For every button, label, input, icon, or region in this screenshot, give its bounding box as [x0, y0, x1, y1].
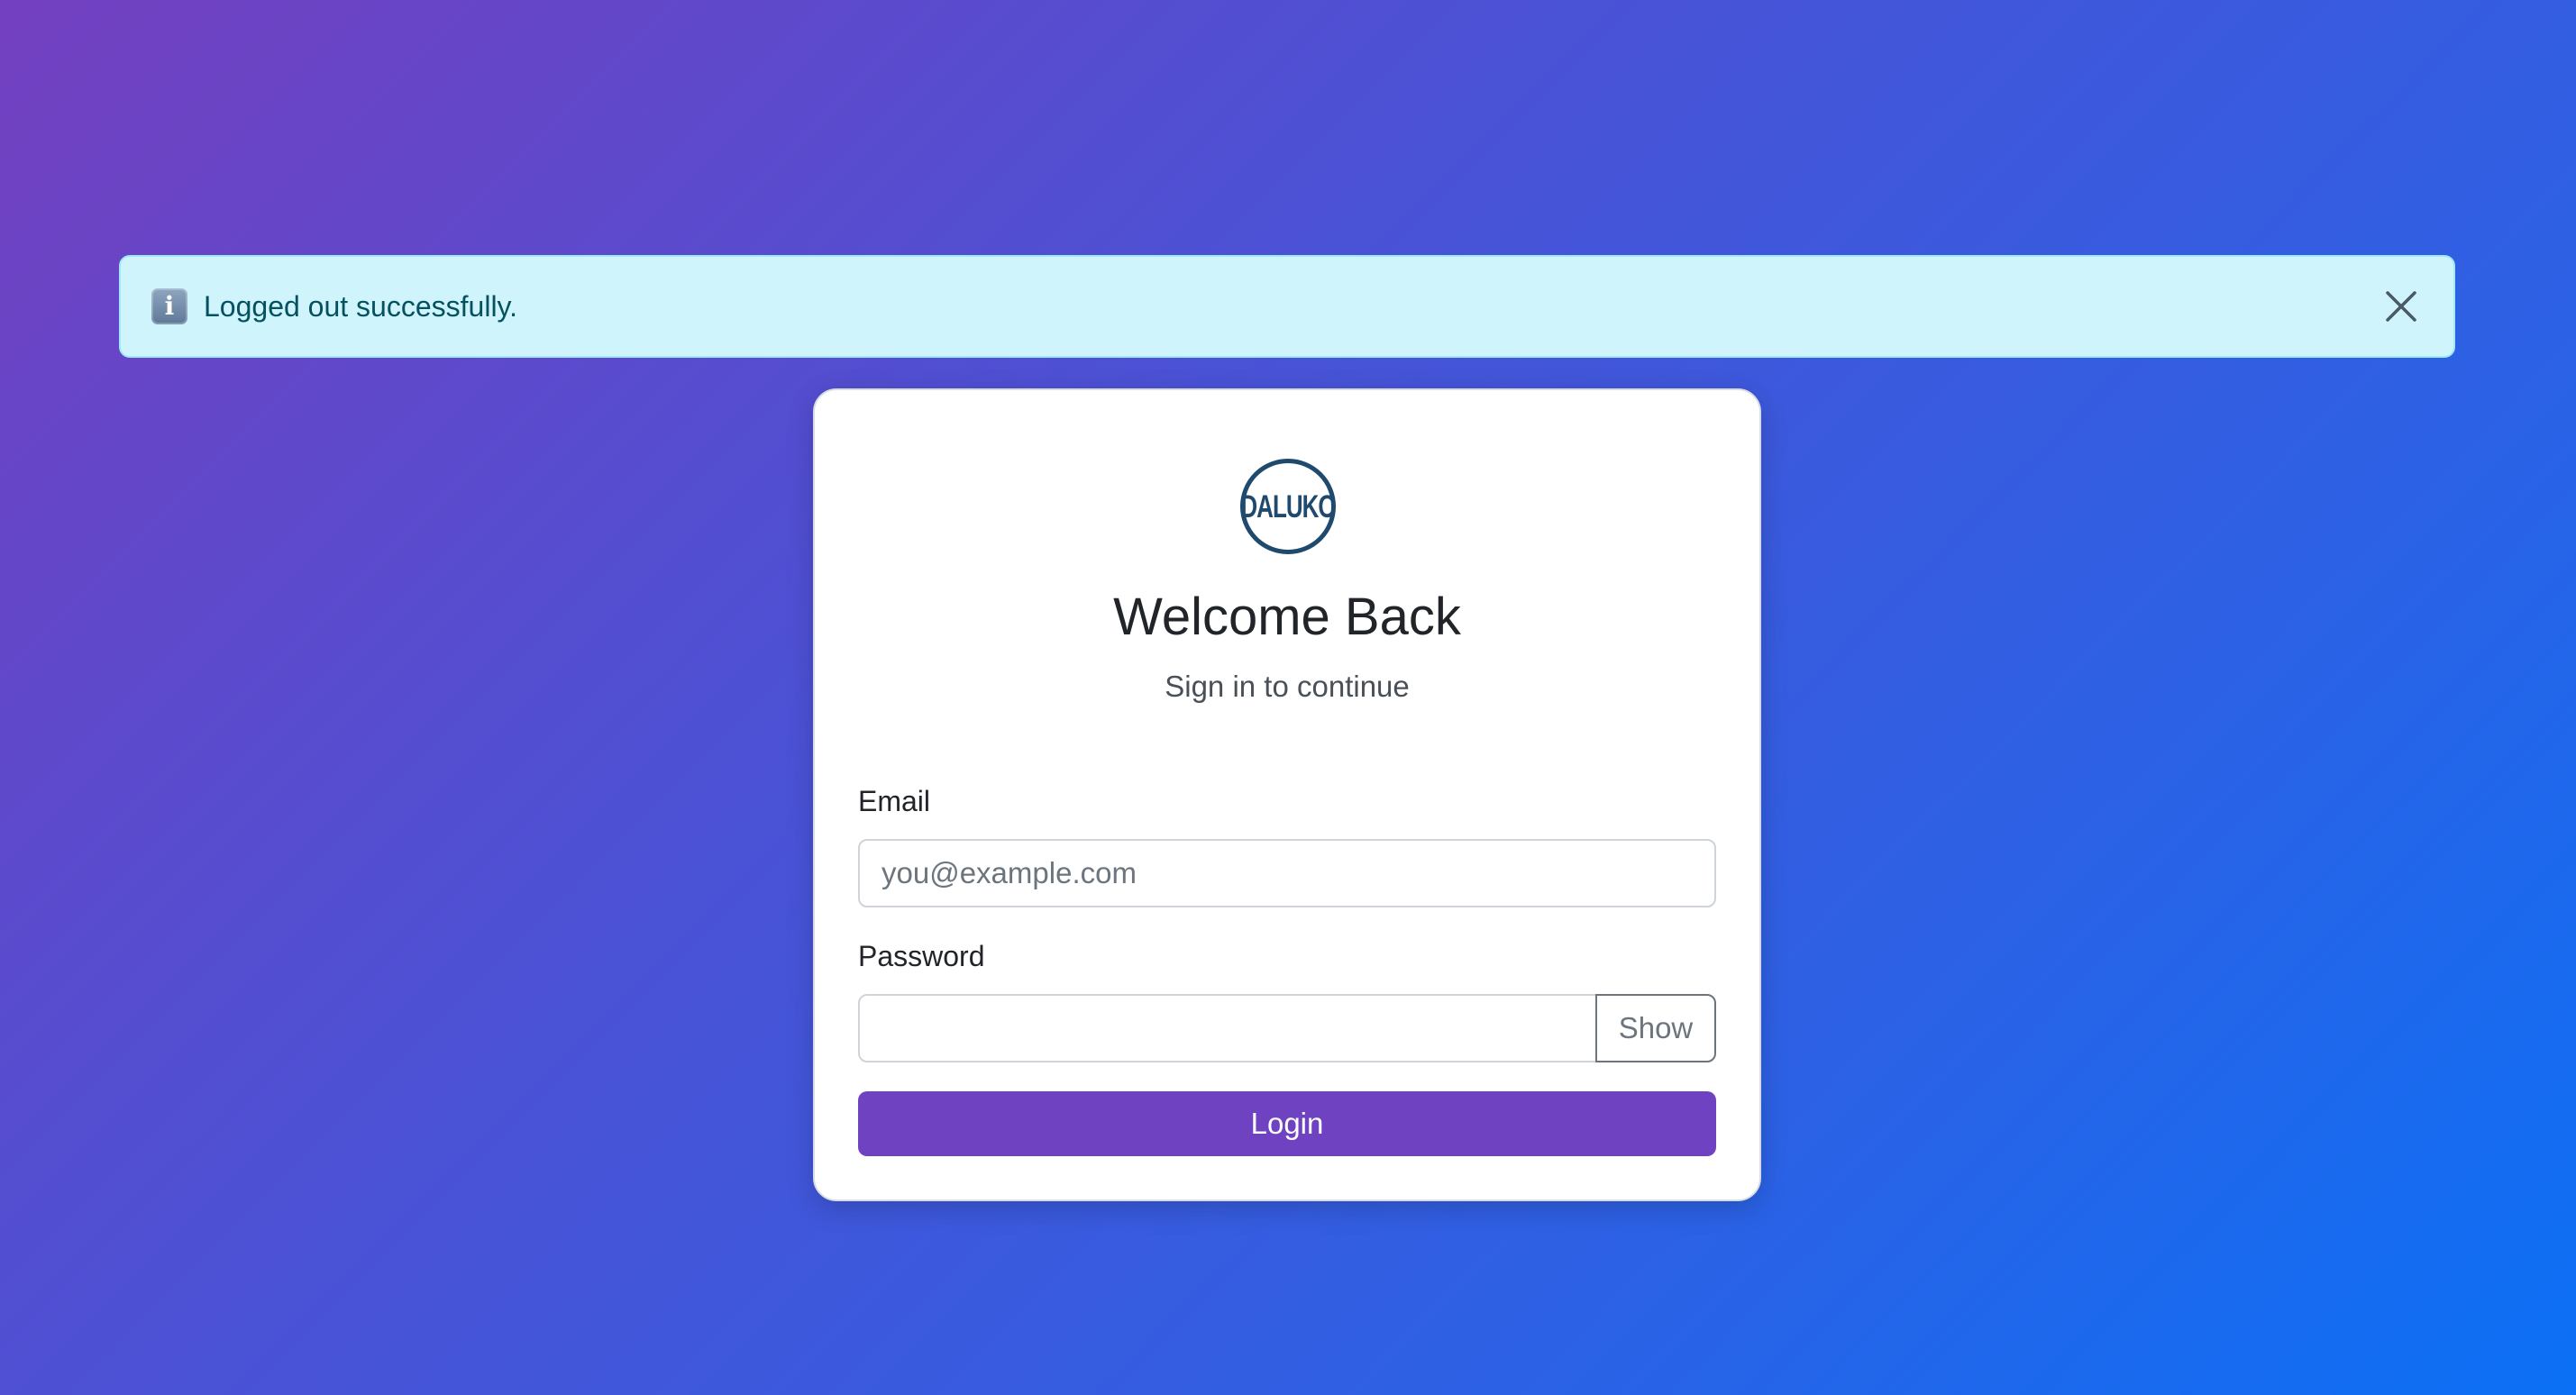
password-label: Password [858, 940, 985, 972]
password-field[interactable] [858, 994, 1597, 1062]
info-icon: i [151, 288, 187, 324]
login-card: DALUKO Welcome Back Sign in to continue … [813, 388, 1761, 1201]
daluko-logo: DALUKO [1240, 459, 1337, 554]
show-password-button[interactable]: Show [1595, 994, 1716, 1062]
logo-text: DALUKO [1240, 488, 1336, 524]
close-icon[interactable] [2380, 285, 2423, 328]
login-button[interactable]: Login [858, 1091, 1716, 1156]
alert-message: Logged out successfully. [204, 289, 518, 323]
logout-alert: i Logged out successfully. [119, 255, 2455, 358]
page-title: Welcome Back [1113, 588, 1461, 646]
page-subtitle: Sign in to continue [1165, 670, 1410, 703]
email-label: Email [858, 785, 931, 817]
email-field[interactable] [858, 839, 1716, 907]
close-icon-svg [2386, 291, 2416, 322]
